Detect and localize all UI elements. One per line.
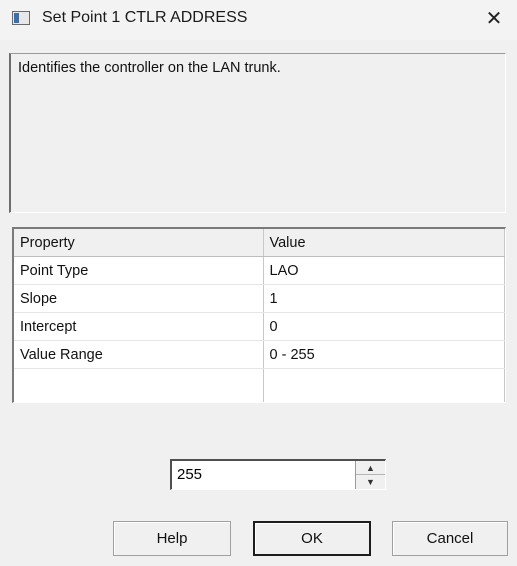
property-name-cell: Value Range [14, 340, 264, 369]
spin-buttons: ▲ ▼ [355, 461, 385, 489]
empty-table-row [14, 368, 505, 402]
table-row[interactable]: Slope 1 [14, 284, 505, 313]
empty-cell [14, 368, 264, 402]
spin-down-arrow-icon[interactable]: ▼ [356, 475, 385, 489]
value-input[interactable] [172, 461, 350, 488]
empty-cell [263, 368, 505, 402]
property-grid[interactable]: Property Value Point Type LAO Slope 1 In… [12, 227, 506, 403]
property-value-cell: 0 - 255 [263, 340, 505, 369]
property-value-cell: 0 [263, 312, 505, 341]
title-bar[interactable]: Set Point 1 CTLR ADDRESS ✕ [0, 0, 517, 40]
column-header-value[interactable]: Value [263, 229, 505, 257]
property-name-cell: Intercept [14, 312, 264, 341]
ok-button[interactable]: OK [253, 521, 371, 556]
close-icon[interactable]: ✕ [477, 4, 511, 34]
cancel-button[interactable]: Cancel [392, 521, 508, 556]
property-value-cell: 1 [263, 284, 505, 313]
spin-up-arrow-icon[interactable]: ▲ [356, 461, 385, 475]
window-app-icon [12, 11, 30, 25]
grid-header-row: Property Value [14, 229, 505, 257]
table-row[interactable]: Point Type LAO [14, 256, 505, 285]
column-header-property[interactable]: Property [14, 229, 264, 257]
property-value-cell: LAO [263, 256, 505, 285]
window-title: Set Point 1 CTLR ADDRESS [42, 9, 248, 26]
property-name-cell: Slope [14, 284, 264, 313]
table-row[interactable]: Value Range 0 - 255 [14, 340, 505, 369]
help-button[interactable]: Help [113, 521, 231, 556]
value-spinbox[interactable]: ▲ ▼ [170, 459, 386, 490]
description-box: Identifies the controller on the LAN tru… [9, 53, 506, 213]
description-text: Identifies the controller on the LAN tru… [18, 60, 281, 76]
table-row[interactable]: Intercept 0 [14, 312, 505, 341]
property-name-cell: Point Type [14, 256, 264, 285]
